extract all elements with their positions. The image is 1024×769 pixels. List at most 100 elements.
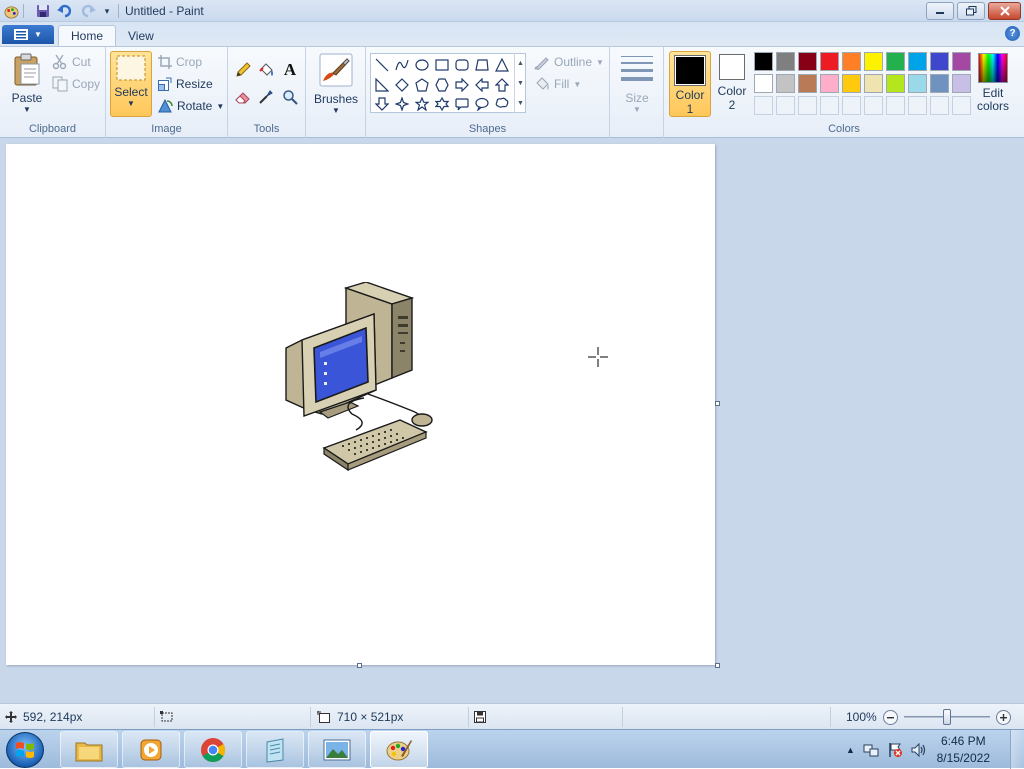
palette-color-swatch[interactable] bbox=[754, 52, 773, 71]
palette-color-swatch[interactable] bbox=[952, 52, 971, 71]
zoom-out-button[interactable] bbox=[882, 709, 898, 725]
palette-color-swatch[interactable] bbox=[842, 74, 861, 93]
palette-color-swatch[interactable] bbox=[798, 52, 817, 71]
network-icon[interactable] bbox=[863, 742, 879, 758]
right-arrow-shape-icon[interactable] bbox=[452, 75, 471, 94]
custom-color-slot[interactable] bbox=[820, 96, 839, 115]
paint-taskbar-button[interactable] bbox=[370, 731, 428, 768]
hexagon-shape-icon[interactable] bbox=[432, 75, 451, 94]
customize-qat-icon[interactable]: ▾ bbox=[99, 3, 115, 19]
canvas-workspace[interactable] bbox=[0, 138, 1024, 703]
palette-color-swatch[interactable] bbox=[908, 52, 927, 71]
line-shape-icon[interactable] bbox=[372, 55, 391, 74]
system-clock[interactable]: 6:46 PM 8/15/2022 bbox=[937, 733, 990, 767]
rectangle-shape-icon[interactable] bbox=[432, 55, 451, 74]
expand-gallery-icon[interactable]: ▼ bbox=[517, 100, 524, 107]
curve-shape-icon[interactable] bbox=[392, 55, 411, 74]
start-button[interactable] bbox=[6, 732, 44, 768]
right-triangle-shape-icon[interactable] bbox=[372, 75, 391, 94]
size-button[interactable]: Size ▼ bbox=[618, 53, 656, 114]
paste-button[interactable]: Paste ▼ bbox=[8, 53, 46, 114]
oval-callout-shape-icon[interactable] bbox=[472, 94, 491, 113]
cloud-callout-shape-icon[interactable] bbox=[492, 94, 511, 113]
palette-color-swatch[interactable] bbox=[798, 74, 817, 93]
zoom-slider-thumb[interactable] bbox=[942, 709, 951, 725]
left-arrow-shape-icon[interactable] bbox=[472, 75, 491, 94]
cut-button[interactable]: Cut bbox=[52, 52, 91, 72]
volume-icon[interactable] bbox=[911, 742, 927, 758]
custom-color-slot[interactable] bbox=[952, 96, 971, 115]
show-desktop-button[interactable] bbox=[1010, 730, 1024, 769]
diamond-shape-icon[interactable] bbox=[392, 75, 411, 94]
custom-color-slot[interactable] bbox=[908, 96, 927, 115]
photo-viewer-taskbar-button[interactable] bbox=[308, 731, 366, 768]
rounded-rectangle-shape-icon[interactable] bbox=[452, 55, 471, 74]
custom-color-slot[interactable] bbox=[864, 96, 883, 115]
custom-color-slot[interactable] bbox=[798, 96, 817, 115]
show-hidden-icons-icon[interactable]: ▲ bbox=[846, 745, 855, 755]
pentagon-shape-icon[interactable] bbox=[412, 75, 431, 94]
custom-color-slot[interactable] bbox=[776, 96, 795, 115]
help-icon[interactable]: ? bbox=[1005, 26, 1020, 41]
oval-shape-icon[interactable] bbox=[412, 55, 431, 74]
select-button[interactable]: Select ▼ bbox=[110, 51, 152, 117]
polygon-shape-icon[interactable] bbox=[472, 55, 491, 74]
palette-color-swatch[interactable] bbox=[776, 74, 795, 93]
down-arrow-shape-icon[interactable] bbox=[372, 94, 391, 113]
crop-button[interactable]: Crop bbox=[158, 52, 202, 72]
palette-color-swatch[interactable] bbox=[864, 52, 883, 71]
palette-color-swatch[interactable] bbox=[776, 52, 795, 71]
minimize-button[interactable] bbox=[926, 2, 954, 20]
chrome-taskbar-button[interactable] bbox=[184, 731, 242, 768]
five-point-star-shape-icon[interactable] bbox=[412, 94, 431, 113]
palette-color-swatch[interactable] bbox=[754, 74, 773, 93]
palette-color-swatch[interactable] bbox=[864, 74, 883, 93]
drawing-canvas[interactable] bbox=[6, 144, 715, 665]
custom-color-slot[interactable] bbox=[842, 96, 861, 115]
up-arrow-shape-icon[interactable] bbox=[492, 75, 511, 94]
resize-button[interactable]: Resize bbox=[158, 74, 213, 94]
zoom-in-button[interactable] bbox=[995, 709, 1011, 725]
custom-color-slot[interactable] bbox=[886, 96, 905, 115]
brushes-button[interactable]: Brushes ▼ bbox=[312, 53, 360, 115]
zoom-slider[interactable] bbox=[903, 707, 990, 727]
four-point-star-shape-icon[interactable] bbox=[392, 94, 411, 113]
palette-color-swatch[interactable] bbox=[886, 74, 905, 93]
palette-color-swatch[interactable] bbox=[930, 52, 949, 71]
save-icon[interactable] bbox=[35, 3, 51, 19]
palette-color-swatch[interactable] bbox=[930, 74, 949, 93]
redo-icon[interactable] bbox=[80, 3, 96, 19]
outline-button[interactable]: Outline ▼ bbox=[534, 52, 604, 72]
undo-icon[interactable] bbox=[57, 3, 73, 19]
paint-app-icon[interactable] bbox=[3, 3, 19, 19]
copy-button[interactable]: Copy bbox=[52, 74, 100, 94]
palette-color-swatch[interactable] bbox=[886, 52, 905, 71]
media-player-taskbar-button[interactable] bbox=[122, 731, 180, 768]
color2-button[interactable]: Color 2 bbox=[713, 54, 751, 112]
explorer-taskbar-button[interactable] bbox=[60, 731, 118, 768]
palette-color-swatch[interactable] bbox=[842, 52, 861, 71]
palette-color-swatch[interactable] bbox=[820, 52, 839, 71]
eraser-icon[interactable] bbox=[233, 87, 253, 107]
pencil-icon[interactable] bbox=[233, 60, 253, 80]
six-point-star-shape-icon[interactable] bbox=[432, 94, 451, 113]
shapes-gallery-scroll[interactable]: ▲ ▼ ▼ bbox=[514, 53, 526, 113]
fill-button[interactable]: Fill ▼ bbox=[534, 74, 581, 94]
tab-view[interactable]: View bbox=[116, 25, 166, 46]
paint-menu-button[interactable]: ▼ bbox=[2, 25, 54, 44]
close-button[interactable] bbox=[988, 2, 1021, 20]
notepad-taskbar-button[interactable] bbox=[246, 731, 304, 768]
resize-handle-corner[interactable] bbox=[715, 663, 720, 668]
text-icon[interactable]: A bbox=[280, 60, 300, 80]
fill-icon[interactable] bbox=[256, 60, 276, 80]
palette-color-swatch[interactable] bbox=[820, 74, 839, 93]
color1-button[interactable]: Color 1 bbox=[669, 51, 711, 117]
rotate-button[interactable]: Rotate ▼ bbox=[158, 96, 224, 116]
custom-color-slot[interactable] bbox=[930, 96, 949, 115]
palette-color-swatch[interactable] bbox=[952, 74, 971, 93]
color-picker-icon[interactable] bbox=[256, 87, 276, 107]
tab-home[interactable]: Home bbox=[58, 25, 117, 46]
custom-color-slot[interactable] bbox=[754, 96, 773, 115]
edit-colors-button[interactable]: Edit colors bbox=[972, 53, 1014, 113]
magnifier-icon[interactable] bbox=[280, 87, 300, 107]
